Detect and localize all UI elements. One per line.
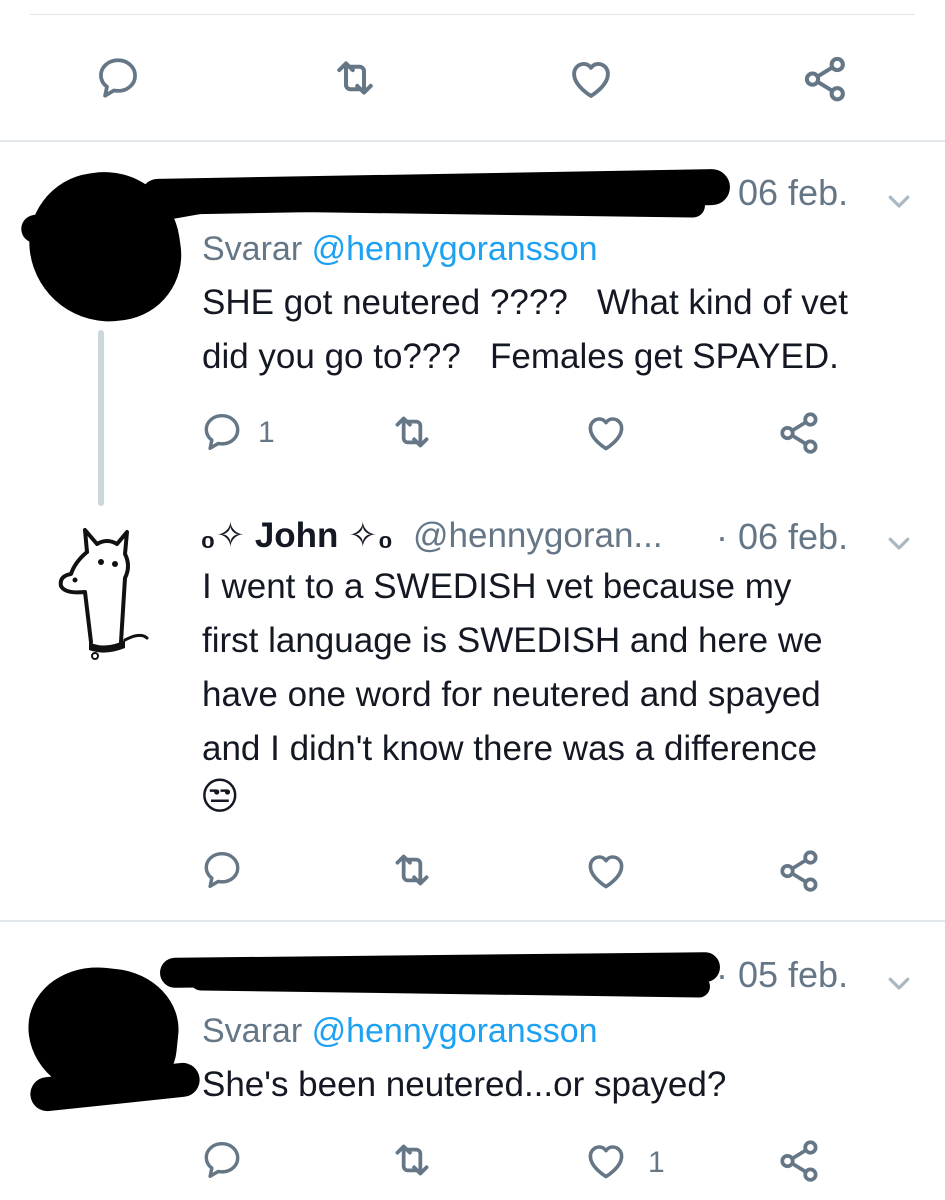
retweet-icon — [395, 1144, 429, 1176]
share-icon — [780, 412, 818, 454]
retweet-icon — [337, 61, 373, 95]
like-icon — [572, 61, 610, 98]
reply-icon — [204, 413, 240, 451]
like-icon — [588, 417, 624, 451]
divider — [30, 14, 915, 15]
retweet-button[interactable] — [382, 1130, 442, 1190]
retweet-icon — [395, 854, 429, 886]
like-button[interactable] — [576, 1130, 636, 1190]
share-icon — [804, 56, 845, 102]
retweet-button[interactable] — [382, 402, 442, 462]
share-button[interactable] — [770, 840, 830, 900]
tweet-date[interactable]: · 06 feb. — [716, 519, 848, 555]
divider — [0, 140, 945, 142]
replying-handle-link[interactable]: @hennygoransson — [312, 1012, 598, 1050]
like-icon — [588, 1145, 624, 1179]
reply-button[interactable] — [192, 1130, 252, 1190]
share-icon — [780, 1140, 818, 1182]
like-icon — [588, 855, 624, 889]
reply-icon — [99, 58, 137, 98]
reply-button[interactable] — [192, 402, 252, 462]
replying-prefix: Svarar — [202, 230, 303, 268]
caret-down-icon[interactable] — [884, 186, 914, 216]
retweet-button[interactable] — [382, 840, 442, 900]
reply-button[interactable] — [192, 840, 252, 900]
like-button[interactable] — [576, 840, 636, 900]
share-button[interactable] — [770, 1130, 830, 1190]
tweet-text: I went to a SWEDISH vet because my first… — [202, 567, 823, 768]
reply-icon — [204, 1141, 240, 1179]
retweet-icon — [395, 416, 429, 448]
share-icon — [780, 850, 818, 892]
share-button[interactable] — [770, 402, 830, 462]
tweet-text: SHE got neutered ???? What kind of vet d… — [202, 283, 848, 376]
tweet-date[interactable]: · 05 feb. — [716, 957, 848, 993]
caret-down-icon[interactable] — [884, 968, 914, 998]
reply-count: 1 — [258, 416, 275, 449]
like-button[interactable] — [576, 402, 636, 462]
replying-to: Svarar @hennygoransson — [202, 232, 598, 266]
tweet-date[interactable]: 06 feb. — [738, 175, 848, 211]
avatar[interactable] — [45, 522, 155, 662]
replying-to: Svarar @hennygoransson — [202, 1014, 598, 1048]
retweet-button[interactable] — [325, 48, 385, 108]
share-button[interactable] — [796, 48, 856, 108]
thread-line — [98, 330, 104, 506]
emoji-unamused: 😒 — [200, 776, 240, 818]
reply-icon — [204, 851, 240, 889]
username[interactable]: @hennygoran... — [413, 516, 663, 555]
replying-handle-link[interactable]: @hennygoransson — [312, 230, 598, 268]
reply-button[interactable] — [88, 48, 148, 108]
caret-down-icon[interactable] — [884, 528, 914, 558]
like-button[interactable] — [561, 48, 621, 108]
divider — [0, 920, 945, 922]
display-name[interactable]: ₀✧ John ✧₀ — [200, 516, 393, 555]
like-count: 1 — [648, 1146, 665, 1179]
replying-prefix: Svarar — [202, 1012, 303, 1050]
tweet-author[interactable]: ₀✧ John ✧₀ @hennygoran... — [200, 518, 663, 553]
tweet-text: She's been neutered...or spayed? — [202, 1065, 727, 1104]
